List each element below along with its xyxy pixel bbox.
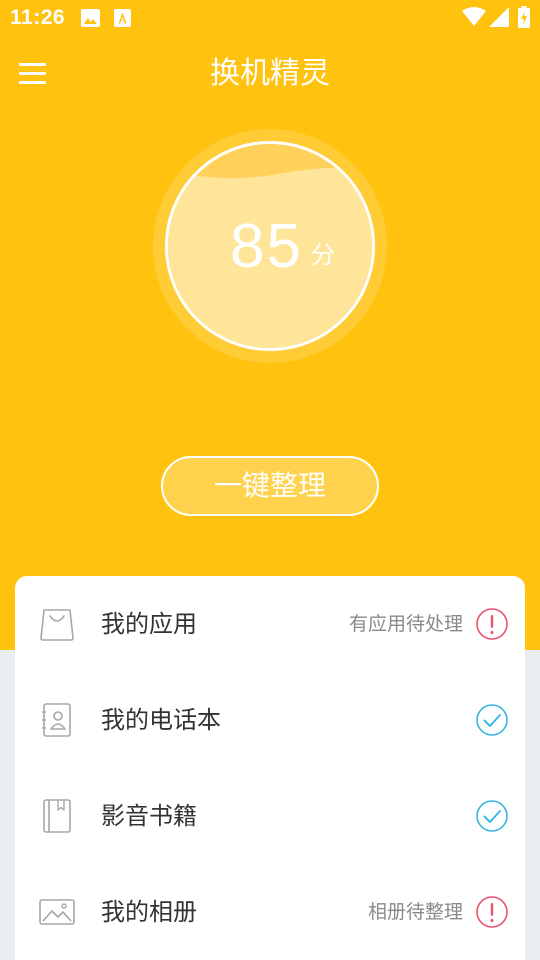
list-item-status: 有应用待处理: [348, 613, 463, 635]
contacts-book-icon: [42, 703, 71, 737]
warning-icon: [476, 896, 508, 928]
check-icon: [476, 704, 508, 736]
font-icon: [114, 9, 131, 27]
list-item-photo-album[interactable]: 我的相册 相册待整理: [15, 864, 525, 960]
photo-album-icon: [39, 899, 75, 925]
list-item-phone-book[interactable]: 我的电话本: [15, 672, 525, 768]
book-icon: [43, 799, 71, 833]
list-item-label: 我的应用: [101, 610, 197, 638]
page-title: 换机精灵: [210, 56, 330, 91]
check-icon: [476, 800, 508, 832]
app-bar: 换机精灵: [0, 44, 540, 104]
battery-charging-icon: [518, 6, 530, 28]
one-click-cleanup-button[interactable]: 一键整理: [161, 456, 379, 516]
list-item-status: 相册待整理: [367, 901, 463, 923]
cellular-signal-icon: [489, 7, 509, 27]
shopping-bag-icon: [40, 609, 74, 641]
list-item-my-apps[interactable]: 我的应用 有应用待处理: [15, 576, 525, 672]
image-icon: [81, 9, 100, 27]
list-item-label: 影音书籍: [101, 802, 197, 830]
score-value: 85: [230, 212, 303, 281]
wifi-icon: [462, 7, 486, 26]
status-bar: 11:26: [0, 0, 540, 36]
list-item-label: 我的相册: [101, 898, 197, 926]
list-item-label: 我的电话本: [101, 706, 221, 734]
warning-icon: [476, 608, 508, 640]
status-time: 11:26: [10, 6, 66, 29]
score-unit: 分: [311, 241, 335, 269]
list-item-media-books[interactable]: 影音书籍: [15, 768, 525, 864]
